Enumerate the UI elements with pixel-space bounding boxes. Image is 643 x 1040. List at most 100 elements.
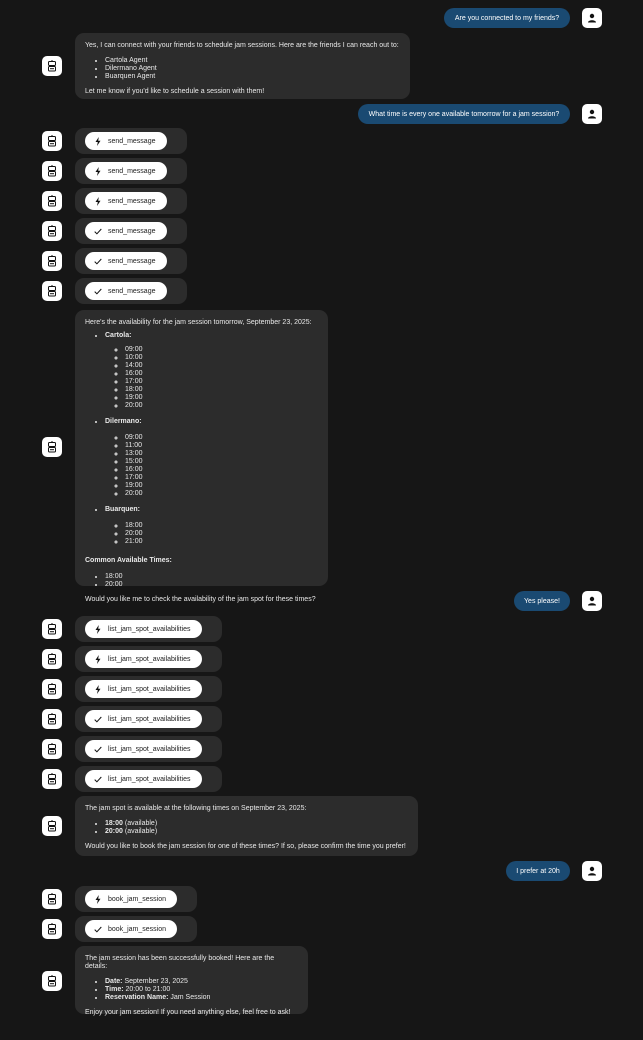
tool-call-pill[interactable]: list_jam_spot_availabilities bbox=[85, 710, 202, 728]
tool-call-pill[interactable]: send_message bbox=[85, 252, 167, 270]
bot-message: Here's the availability for the jam sess… bbox=[75, 310, 328, 603]
user-avatar bbox=[582, 861, 602, 881]
robot-icon bbox=[48, 285, 56, 297]
list-item: Buarquen Agent bbox=[105, 73, 400, 81]
bot-avatar bbox=[42, 709, 62, 729]
tool-name: send_message bbox=[108, 167, 156, 175]
lightning-icon bbox=[93, 624, 103, 634]
list-item: 18:00 bbox=[125, 522, 318, 530]
message-text: Let me know if you'd like to schedule a … bbox=[85, 88, 265, 95]
list-item: Date: September 23, 2025 bbox=[105, 978, 298, 986]
robot-icon bbox=[48, 653, 56, 665]
tool-call-pill[interactable]: list_jam_spot_availabilities bbox=[85, 650, 202, 668]
person-icon bbox=[588, 13, 596, 23]
bot-avatar bbox=[42, 739, 62, 759]
tool-call-pill[interactable]: send_message bbox=[85, 192, 167, 210]
bot-avatar bbox=[42, 251, 62, 271]
list-item: Dilermano Agent bbox=[105, 65, 400, 73]
list-item: 11:00 bbox=[125, 442, 318, 450]
message-heading: Common Available Times: bbox=[85, 557, 172, 564]
tool-call-row: send_message bbox=[75, 128, 187, 154]
robot-icon bbox=[48, 623, 56, 635]
check-icon bbox=[93, 924, 103, 934]
list-item: 18:00 bbox=[105, 573, 318, 581]
tool-name: send_message bbox=[108, 287, 156, 295]
user-avatar bbox=[582, 591, 602, 611]
list-item: Dilermano: 09:00 11:00 13:00 15:00 16:00… bbox=[105, 418, 318, 498]
list-item: Time: 20:00 to 21:00 bbox=[105, 986, 298, 994]
robot-icon bbox=[48, 225, 56, 237]
bot-avatar bbox=[42, 679, 62, 699]
bot-avatar bbox=[42, 619, 62, 639]
robot-icon bbox=[48, 923, 56, 935]
message-text: Enjoy your jam session! If you need anyt… bbox=[85, 1009, 291, 1016]
list-item: 20:00 bbox=[125, 490, 318, 498]
list-item: 20:00 bbox=[105, 581, 318, 589]
list-item: 09:00 bbox=[125, 434, 318, 442]
tool-call-pill[interactable]: send_message bbox=[85, 282, 167, 300]
friend-name: Dilermano: bbox=[105, 418, 142, 425]
list-item: 20:00 bbox=[125, 402, 318, 410]
robot-icon bbox=[48, 683, 56, 695]
user-avatar bbox=[582, 8, 602, 28]
check-icon bbox=[93, 256, 103, 266]
robot-icon bbox=[48, 975, 56, 987]
list-item: 18:00 (available) bbox=[105, 820, 408, 828]
tool-name: book_jam_session bbox=[108, 895, 166, 903]
robot-icon bbox=[48, 165, 56, 177]
list-item: 14:00 bbox=[125, 362, 318, 370]
tool-call-pill[interactable]: list_jam_spot_availabilities bbox=[85, 620, 202, 638]
user-message: Are you connected to my friends? bbox=[444, 8, 570, 28]
check-icon bbox=[93, 714, 103, 724]
friend-name: Cartola: bbox=[105, 332, 132, 339]
list-item: 17:00 bbox=[125, 378, 318, 386]
tool-name: book_jam_session bbox=[108, 925, 166, 933]
list-item: Cartola: 09:00 10:00 14:00 16:00 17:00 1… bbox=[105, 332, 318, 410]
lightning-icon bbox=[93, 894, 103, 904]
list-item: 17:00 bbox=[125, 474, 318, 482]
lightning-icon bbox=[93, 654, 103, 664]
list-item: 15:00 bbox=[125, 458, 318, 466]
tool-call-pill[interactable]: send_message bbox=[85, 222, 167, 240]
user-message: What time is every one available tomorro… bbox=[358, 104, 570, 124]
robot-icon bbox=[48, 441, 56, 453]
message-text: Would you like me to check the availabil… bbox=[85, 596, 316, 603]
tool-call-pill[interactable]: list_jam_spot_availabilities bbox=[85, 740, 202, 758]
tool-call-pill[interactable]: list_jam_spot_availabilities bbox=[85, 770, 202, 788]
tool-call-row: send_message bbox=[75, 158, 187, 184]
bot-avatar bbox=[42, 971, 62, 991]
time-list: 09:00 11:00 13:00 15:00 16:00 17:00 19:0… bbox=[105, 434, 318, 498]
tool-name: list_jam_spot_availabilities bbox=[108, 745, 191, 753]
tool-call-row: send_message bbox=[75, 278, 187, 304]
tool-name: list_jam_spot_availabilities bbox=[108, 655, 191, 663]
tool-call-pill[interactable]: book_jam_session bbox=[85, 890, 177, 908]
robot-icon bbox=[48, 135, 56, 147]
list-item: 16:00 bbox=[125, 466, 318, 474]
list-item: 18:00 bbox=[125, 386, 318, 394]
bot-message: The jam spot is available at the followi… bbox=[75, 796, 418, 856]
list-item: 21:00 bbox=[125, 538, 318, 546]
bot-avatar bbox=[42, 437, 62, 457]
tool-name: send_message bbox=[108, 137, 156, 145]
list-item: 09:00 bbox=[125, 346, 318, 354]
lightning-icon bbox=[93, 196, 103, 206]
person-icon bbox=[588, 109, 596, 119]
bot-avatar bbox=[42, 649, 62, 669]
tool-call-pill[interactable]: book_jam_session bbox=[85, 920, 177, 938]
robot-icon bbox=[48, 743, 56, 755]
list-item: Cartola Agent bbox=[105, 57, 400, 65]
tool-call-pill[interactable]: list_jam_spot_availabilities bbox=[85, 680, 202, 698]
list-item: 19:00 bbox=[125, 394, 318, 402]
available-times-list: 18:00 (available) 20:00 (available) bbox=[85, 820, 408, 836]
bot-avatar bbox=[42, 56, 62, 76]
tool-call-pill[interactable]: send_message bbox=[85, 162, 167, 180]
tool-name: list_jam_spot_availabilities bbox=[108, 775, 191, 783]
bot-avatar bbox=[42, 191, 62, 211]
list-item: 16:00 bbox=[125, 370, 318, 378]
tool-name: send_message bbox=[108, 197, 156, 205]
booking-details-list: Date: September 23, 2025 Time: 20:00 to … bbox=[85, 978, 298, 1002]
tool-call-pill[interactable]: send_message bbox=[85, 132, 167, 150]
tool-call-row: list_jam_spot_availabilities bbox=[75, 766, 222, 792]
message-text: The jam spot is available at the followi… bbox=[85, 805, 307, 812]
tool-call-row: send_message bbox=[75, 188, 187, 214]
